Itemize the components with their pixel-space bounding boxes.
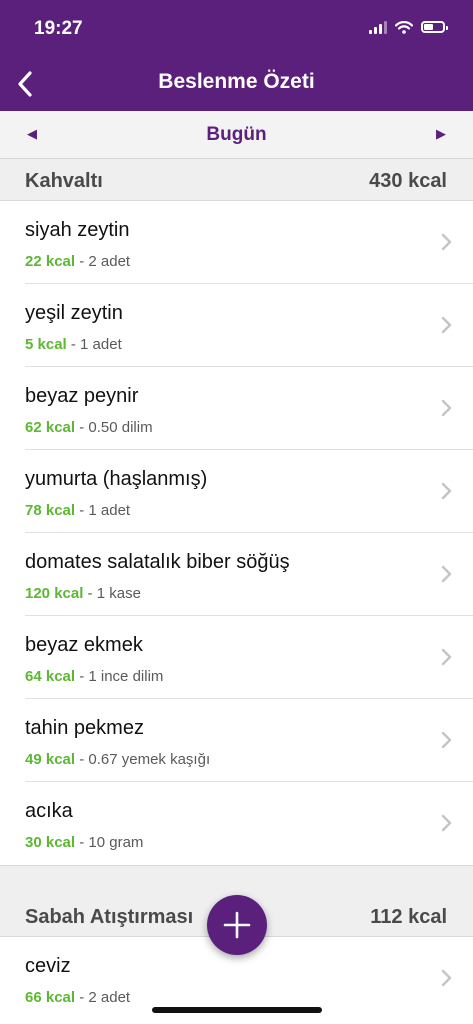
list-item[interactable]: tahin pekmez 49 kcal - 0.67 yemek kaşığı bbox=[0, 699, 473, 782]
food-portion: - 2 adet bbox=[75, 989, 131, 1006]
plus-icon bbox=[223, 911, 251, 939]
list-item[interactable]: beyaz peynir 62 kcal - 0.50 dilim bbox=[0, 367, 473, 450]
chevron-right-icon bbox=[441, 731, 452, 749]
food-name: beyaz ekmek bbox=[25, 634, 143, 656]
food-name: domates salatalık biber söğüş bbox=[25, 551, 290, 573]
list-item[interactable]: beyaz ekmek 64 kcal - 1 ince dilim bbox=[0, 616, 473, 699]
food-detail: 49 kcal - 0.67 yemek kaşığı bbox=[25, 751, 210, 768]
section-name: Kahvaltı bbox=[25, 170, 103, 192]
list-item[interactable]: siyah zeytin 22 kcal - 2 adet bbox=[0, 201, 473, 284]
wifi-icon bbox=[395, 20, 413, 34]
food-name: yumurta (haşlanmış) bbox=[25, 468, 208, 490]
food-kcal: 49 kcal bbox=[25, 751, 76, 768]
food-name: tahin pekmez bbox=[25, 717, 144, 739]
date-label: Bugün bbox=[206, 124, 267, 145]
home-indicator[interactable] bbox=[152, 1007, 322, 1013]
chevron-right-icon bbox=[441, 233, 452, 251]
date-selector: ◀ Bugün ▶ bbox=[0, 111, 473, 159]
page-title: Beslenme Özeti bbox=[158, 70, 315, 93]
food-kcal: 22 kcal bbox=[25, 253, 76, 270]
food-kcal: 64 kcal bbox=[25, 668, 76, 685]
chevron-right-icon bbox=[441, 399, 452, 417]
food-kcal: 78 kcal bbox=[25, 502, 76, 519]
food-name: ceviz bbox=[25, 955, 71, 977]
food-portion: - 10 gram bbox=[75, 834, 144, 851]
chevron-right-icon bbox=[441, 565, 452, 583]
food-name: beyaz peynir bbox=[25, 385, 139, 407]
chevron-right-icon bbox=[441, 482, 452, 500]
food-portion: - 2 adet bbox=[75, 253, 131, 270]
food-kcal: 62 kcal bbox=[25, 419, 76, 436]
food-kcal: 5 kcal bbox=[25, 336, 67, 353]
food-name: siyah zeytin bbox=[25, 219, 130, 241]
list-item[interactable]: acıka 30 kcal - 10 gram bbox=[0, 782, 473, 865]
next-day-button[interactable]: ▶ bbox=[426, 119, 456, 149]
food-name: acıka bbox=[25, 800, 73, 822]
section-name: Sabah Atıştırması bbox=[25, 906, 194, 928]
top-bar: 19:27 Beslenme Özeti bbox=[0, 0, 473, 111]
triangle-right-icon: ▶ bbox=[436, 126, 446, 141]
chevron-right-icon bbox=[441, 648, 452, 666]
food-kcal: 66 kcal bbox=[25, 989, 76, 1006]
food-detail: 66 kcal - 2 adet bbox=[25, 989, 130, 1006]
section-header-kahvalti: Kahvaltı 430 kcal bbox=[0, 159, 473, 201]
cellular-signal-icon bbox=[369, 20, 387, 34]
food-portion: - 1 adet bbox=[66, 336, 122, 353]
food-portion: - 1 kase bbox=[83, 585, 141, 602]
food-portion: - 1 adet bbox=[75, 502, 131, 519]
battery-icon bbox=[421, 21, 448, 33]
food-portion: - 0.50 dilim bbox=[75, 419, 153, 436]
list-item[interactable]: domates salatalık biber söğüş 120 kcal -… bbox=[0, 533, 473, 616]
food-portion: - 0.67 yemek kaşığı bbox=[75, 751, 211, 768]
food-detail: 30 kcal - 10 gram bbox=[25, 834, 143, 851]
food-detail: 5 kcal - 1 adet bbox=[25, 336, 122, 353]
food-detail: 64 kcal - 1 ince dilim bbox=[25, 668, 163, 685]
list-item[interactable]: yeşil zeytin 5 kcal - 1 adet bbox=[0, 284, 473, 367]
chevron-right-icon bbox=[441, 969, 452, 987]
status-time: 19:27 bbox=[34, 18, 83, 39]
list-item[interactable]: yumurta (haşlanmış) 78 kcal - 1 adet bbox=[0, 450, 473, 533]
add-food-button[interactable] bbox=[207, 895, 267, 955]
chevron-right-icon bbox=[441, 316, 452, 334]
section-kcal: 430 kcal bbox=[369, 170, 447, 192]
section-kcal: 112 kcal bbox=[370, 906, 447, 928]
food-name: yeşil zeytin bbox=[25, 302, 123, 324]
food-detail: 120 kcal - 1 kase bbox=[25, 585, 141, 602]
chevron-right-icon bbox=[441, 814, 452, 832]
food-detail: 62 kcal - 0.50 dilim bbox=[25, 419, 153, 436]
status-icons bbox=[369, 20, 448, 34]
food-detail: 78 kcal - 1 adet bbox=[25, 502, 130, 519]
food-kcal: 30 kcal bbox=[25, 834, 76, 851]
food-portion: - 1 ince dilim bbox=[75, 668, 164, 685]
food-kcal: 120 kcal bbox=[25, 585, 84, 602]
food-detail: 22 kcal - 2 adet bbox=[25, 253, 130, 270]
